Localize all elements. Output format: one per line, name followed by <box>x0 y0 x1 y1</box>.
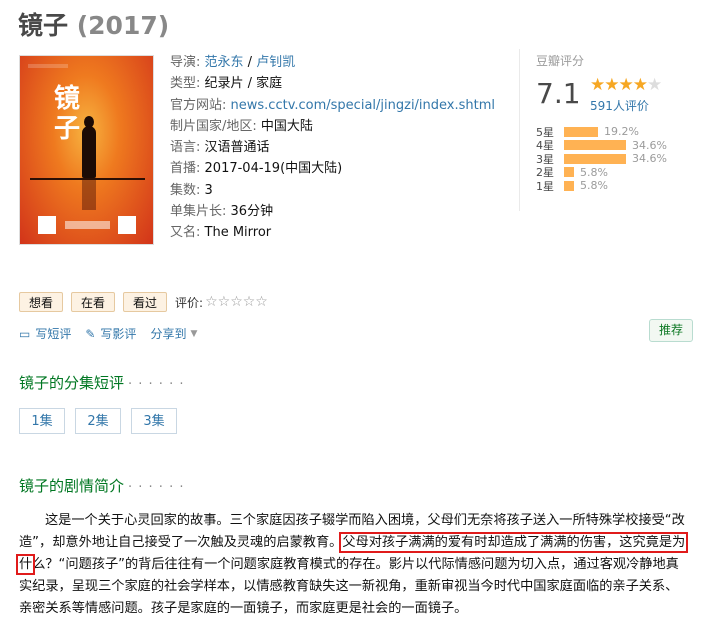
poster-reflection <box>82 180 96 210</box>
poster-qr-code <box>38 216 56 234</box>
episode-list: 1集 2集 3集 <box>19 408 187 434</box>
rating-panel: 豆瓣评分 7.1 ★★★★★ 591人评价 5星 19.2% 4星 34.6% 3星 34… <box>519 49 689 211</box>
rating-bar <box>564 126 598 137</box>
rating-bar <box>564 167 574 178</box>
info-runtime: 单集片长: 36分钟 <box>170 204 274 220</box>
rating-bar <box>564 153 626 164</box>
poster-figure <box>82 126 96 178</box>
rate-stars-input[interactable]: ☆☆☆☆☆ <box>205 294 268 310</box>
action-bar: 想看 在看 看过 评价: ☆☆☆☆☆ <box>19 292 268 312</box>
episode-button[interactable]: 1集 <box>19 408 65 434</box>
episode-button[interactable]: 3集 <box>131 408 177 434</box>
pencil-icon: ✎ <box>85 326 96 341</box>
star-full-icon: ★ <box>618 75 634 95</box>
movie-title: 镜子 <box>18 11 69 40</box>
official-site-link[interactable]: news.cctv.com/special/jingzi/index.shtml <box>231 98 495 113</box>
watched-button[interactable]: 看过 <box>123 292 168 312</box>
watching-button[interactable]: 在看 <box>71 292 116 312</box>
info-country: 制片国家/地区: 中国大陆 <box>170 118 313 134</box>
info-website: 官方网站: news.cctv.com/special/jingzi/index… <box>170 97 496 113</box>
rate-label: 评价: <box>175 295 204 310</box>
director-link[interactable]: 卢钊凯 <box>256 55 295 70</box>
info-genre: 类型: 纪录片 / 家庭 <box>170 76 283 92</box>
star-full-icon: ★ <box>590 75 605 95</box>
write-short-review-link[interactable]: ▭ 写短评 <box>19 325 71 342</box>
rating-score: 7.1 <box>536 77 581 110</box>
rating-bar <box>564 180 574 191</box>
episodes-section-title: 镜子的分集短评 · · · · · · <box>19 374 185 392</box>
comment-icon: ▭ <box>19 326 31 341</box>
poster-qr-code <box>118 216 136 234</box>
summary-section-title: 镜子的剧情简介 · · · · · · <box>19 477 185 495</box>
rating-bar-percent: 34.6% <box>632 138 667 152</box>
rating-bar-row: 1星 5.8% <box>536 179 667 193</box>
rating-bar-label: 1星 <box>536 179 554 193</box>
rating-bar-percent: 34.6% <box>632 152 667 166</box>
rating-stars: ★★★★★ <box>590 75 662 95</box>
rating-label: 豆瓣评分 <box>536 54 585 68</box>
director-link[interactable]: 范永东 <box>205 55 244 70</box>
write-bar: ▭ 写短评 ✎ 写影评 分享到 ▼ <box>19 325 211 342</box>
episode-button[interactable]: 2集 <box>75 408 121 434</box>
rating-bar-percent: 19.2% <box>604 125 639 139</box>
info-episodes: 集数: 3 <box>170 182 213 198</box>
movie-poster[interactable]: 镜子 <box>19 55 154 245</box>
want-to-watch-button[interactable]: 想看 <box>19 292 64 312</box>
info-language: 语言: 汉语普通话 <box>170 140 270 156</box>
poster-logo <box>28 64 68 68</box>
info-director: 导演: 范永东 / 卢钊凯 <box>170 55 296 70</box>
chevron-down-icon: ▼ <box>190 328 198 339</box>
info-aka: 又名: The Mirror <box>170 225 272 241</box>
page-title: 镜子 (2017) <box>18 6 169 42</box>
write-review-link[interactable]: ✎ 写影评 <box>85 325 136 342</box>
plot-summary: 这是一个关于心灵回家的故事。三个家庭因孩子辍学而陷入困境，父母们无奈将孩子送入一… <box>15 513 689 616</box>
rating-distribution: 5星 19.2% 4星 34.6% 3星 34.6% 2星 5.8% 1星 5.8% <box>536 125 667 193</box>
poster-credits <box>65 221 110 229</box>
share-dropdown[interactable]: 分享到 ▼ <box>150 325 197 342</box>
info-premiere: 首播: 2017-04-19(中国大陆) <box>170 161 343 177</box>
rating-bar-percent: 5.8% <box>580 179 608 193</box>
star-full-icon: ★ <box>604 75 619 95</box>
star-empty-icon: ★ <box>647 75 662 95</box>
recommend-button[interactable]: 推荐 <box>649 319 694 342</box>
rating-bar <box>564 140 626 151</box>
movie-year: (2017) <box>76 11 170 40</box>
rating-bar-percent: 5.8% <box>580 165 608 179</box>
star-half-icon: ★ <box>632 75 648 95</box>
movie-info: 导演: 范永东 / 卢钊凯 类型: 纪录片 / 家庭 官方网站: news.cc… <box>170 52 510 244</box>
votes-link[interactable]: 591人评价 <box>590 97 649 114</box>
